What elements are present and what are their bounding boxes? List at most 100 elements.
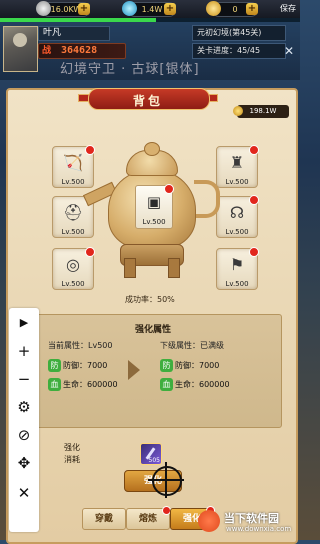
- slot-level: Lv.500: [225, 178, 249, 186]
- equip-slot-bracer[interactable]: ◎ Lv.500: [52, 247, 95, 290]
- red-dot-icon: [164, 184, 174, 194]
- red-dot-icon: [85, 145, 95, 155]
- red-dot-icon: [249, 145, 259, 155]
- resource-bar: 16.0KW + 1.4W + 0 + 保存: [0, 0, 300, 19]
- attr-row-hp: 血生命：600000: [160, 377, 230, 392]
- red-dot-icon: [249, 195, 259, 205]
- silver-coin-icon: [36, 1, 51, 16]
- red-dot-icon: [85, 247, 95, 257]
- settings-icon[interactable]: ⚙: [9, 396, 39, 418]
- attr-row-hp: 血生命：600000: [48, 377, 118, 392]
- gold-balance: 198.1W: [233, 105, 289, 118]
- attr-label: 防御：: [63, 361, 87, 370]
- bag-title: 背包: [132, 94, 163, 108]
- hide-icon[interactable]: ⊘: [9, 424, 39, 446]
- hp-icon: 血: [160, 378, 173, 391]
- enhance-attributes-title: 强化属性: [134, 325, 171, 335]
- combat-power: 战 364628: [38, 43, 126, 59]
- success-rate: 成功率：50%: [125, 295, 175, 304]
- attr-label: 生命：: [63, 380, 87, 389]
- arrow-right-icon: [128, 360, 140, 380]
- play-icon[interactable]: ▶: [9, 312, 39, 334]
- watermark: 当下软件园 www.downxia.com: [196, 508, 296, 538]
- slot-level: Lv.500: [61, 178, 85, 186]
- attr-value: 7000: [87, 361, 108, 370]
- close-icon[interactable]: ✕: [282, 44, 296, 58]
- tab-smelt[interactable]: 熔炼: [126, 506, 171, 530]
- equip-slot-belt[interactable]: ▣ Lv.500: [135, 184, 174, 229]
- add-gold-ingot-button[interactable]: +: [246, 3, 258, 15]
- slot-level: Lv.500: [142, 218, 166, 226]
- next-attributes-header: 下级属性：已满级: [160, 341, 224, 350]
- diamond-icon: [122, 1, 137, 16]
- zoom-out-icon[interactable]: −: [9, 368, 39, 390]
- cost-label-line2: 消耗: [64, 455, 80, 464]
- scene-title: 幻境守卫 · 古球[银体]: [60, 62, 200, 77]
- silver-value: 16.0KW: [50, 5, 82, 14]
- equip-slot-weapon[interactable]: 🏹 Lv.500: [52, 145, 95, 188]
- gold-coin-icon: [233, 106, 243, 116]
- armor-icon: ♜: [229, 153, 245, 172]
- watermark-title: 当下软件园: [224, 512, 279, 525]
- bag-tabs: 穿戴 熔炼 强化: [82, 506, 215, 530]
- add-diamond-button[interactable]: +: [164, 3, 176, 15]
- watermark-url: www.downxia.com: [226, 525, 292, 533]
- emulator-toolbar: ▶ + − ⚙ ⊘ ✥ ✕: [9, 308, 39, 532]
- zoom-in-icon[interactable]: +: [9, 340, 39, 362]
- power-label: 战: [42, 46, 52, 56]
- attr-label: 生命：: [175, 380, 199, 389]
- attr-row-defense: 防防御：7000: [48, 358, 118, 373]
- helmet-icon: ⛑: [63, 203, 84, 222]
- silver-counter: 16.0KW +: [36, 1, 90, 17]
- bracer-icon: ◎: [66, 255, 80, 274]
- stage-name[interactable]: 元初幻境(第45关): [192, 25, 286, 41]
- defense-icon: 防: [48, 359, 61, 372]
- avatar[interactable]: [3, 26, 38, 72]
- hp-icon: 血: [48, 378, 61, 391]
- material-count: 505: [148, 457, 160, 464]
- cauldron-knob: [144, 142, 160, 156]
- tab-label: 熔炼: [138, 514, 157, 524]
- boots-icon: ⚑: [229, 255, 245, 274]
- power-value: 364628: [61, 45, 98, 56]
- gold-ingot-counter: 0 +: [206, 1, 258, 17]
- bow-icon: 🏹: [63, 153, 83, 172]
- gold-ingot-value: 0: [232, 5, 238, 14]
- slot-level: Lv.500: [61, 228, 85, 236]
- add-silver-button[interactable]: +: [78, 3, 90, 15]
- player-name: 叶凡: [38, 26, 110, 41]
- enhance-stone-item[interactable]: 505: [140, 443, 162, 465]
- current-attributes: 当前属性：Lv500 防防御：7000 血生命：600000: [48, 340, 118, 396]
- slot-level: Lv.500: [225, 280, 249, 288]
- attr-row-defense: 防防御：7000: [160, 358, 230, 373]
- attr-value: 7000: [199, 361, 220, 370]
- equip-slot-necklace[interactable]: ☊ Lv.500: [216, 195, 259, 238]
- red-dot-icon: [249, 247, 259, 257]
- cost-label: 强化 消耗: [64, 442, 80, 466]
- attr-value: 600000: [199, 380, 230, 389]
- bag-title-banner: 背包: [78, 84, 218, 110]
- tab-equip[interactable]: 穿戴: [82, 508, 126, 530]
- save-button[interactable]: 保存: [280, 3, 296, 14]
- current-attributes-header: 当前属性：Lv500: [48, 341, 113, 350]
- attr-value: 600000: [87, 380, 118, 389]
- slot-level: Lv.500: [225, 228, 249, 236]
- slot-level: Lv.500: [61, 280, 85, 288]
- cauldron-leg: [124, 258, 136, 278]
- diamond-value: 1.4W: [141, 5, 163, 14]
- gold-balance-value: 198.1W: [249, 107, 277, 115]
- attr-label: 防御：: [175, 361, 199, 370]
- watermark-logo-icon: [198, 510, 220, 532]
- belt-icon: ▣: [146, 193, 162, 211]
- cost-label-line1: 强化: [64, 443, 80, 452]
- necklace-icon: ☊: [229, 203, 245, 222]
- next-attributes: 下级属性：已满级 防防御：7000 血生命：600000: [160, 340, 230, 396]
- defense-icon: 防: [160, 359, 173, 372]
- equip-slot-armor[interactable]: ♜ Lv.500: [216, 145, 259, 188]
- move-icon[interactable]: ✥: [9, 452, 39, 474]
- equip-slot-boots[interactable]: ⚑ Lv.500: [216, 247, 259, 290]
- cauldron-handle: [194, 180, 220, 218]
- close-icon[interactable]: ✕: [9, 482, 39, 504]
- tab-label: 穿戴: [94, 514, 113, 524]
- cauldron-leg: [168, 258, 180, 278]
